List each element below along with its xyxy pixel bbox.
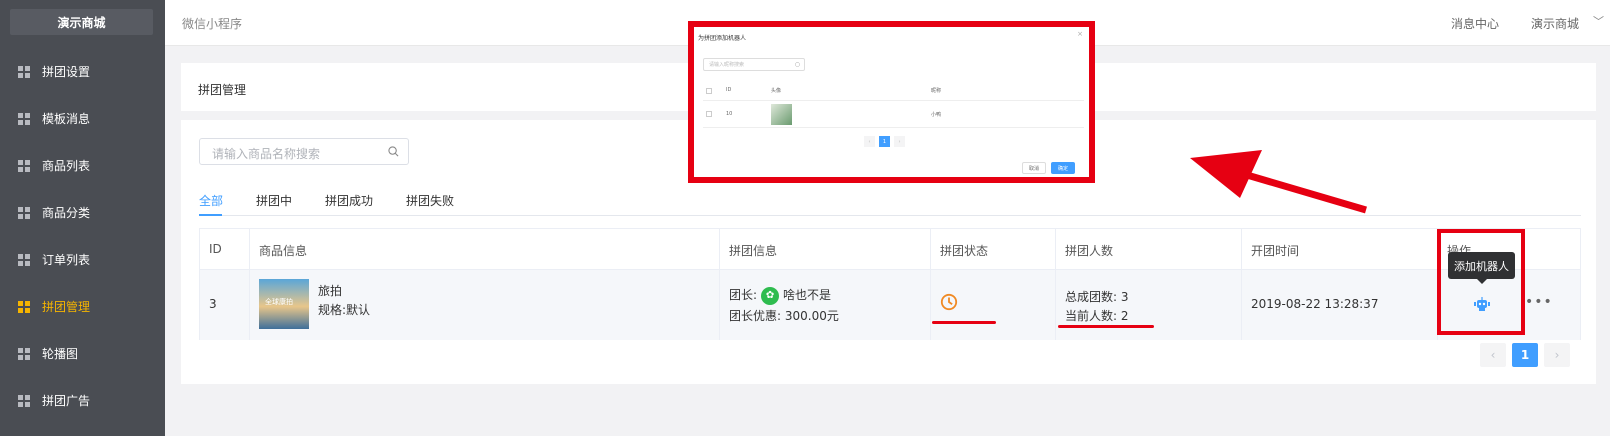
th-group-info: 拼团信息 <box>720 229 931 269</box>
store-menu[interactable]: 演示商城 <box>1531 15 1579 32</box>
annotation-box-action <box>1437 229 1525 335</box>
modal-table-row[interactable]: 10 小鸭 <box>703 101 1084 128</box>
grid-icon <box>18 206 30 219</box>
open-time: 2019-08-22 13:28:37 <box>1251 297 1379 311</box>
sidebar-item-template-messages[interactable]: 模板消息 <box>0 95 165 142</box>
grid-icon <box>18 300 30 313</box>
sidebar-item-carousel[interactable]: 轮播图 <box>0 330 165 377</box>
clock-icon <box>940 293 958 311</box>
leader-discount: 团长优惠: 300.00元 <box>729 309 839 323</box>
modal-title: 为拼团添加机器人 <box>698 35 747 42</box>
grid-icon <box>18 112 30 125</box>
total-groups: 总成团数: 3 <box>1065 290 1129 304</box>
brand-logo[interactable]: 演示商城 <box>10 9 153 35</box>
grid-icon <box>18 394 30 407</box>
sidebar-item-group-settings[interactable]: 拼团设置 <box>0 48 165 95</box>
tab-success[interactable]: 拼团成功 <box>325 192 373 209</box>
message-center-link[interactable]: 消息中心 <box>1451 15 1499 32</box>
search-placeholder: 请输入商品名称搜索 <box>212 147 321 161</box>
sidebar-item-product-list[interactable]: 商品列表 <box>0 142 165 189</box>
sidebar-item-label: 商品分类 <box>42 206 91 220</box>
annotation-underline-people <box>1058 325 1154 328</box>
modal-page-prev[interactable]: ‹ <box>864 136 875 147</box>
grid-icon <box>18 65 30 78</box>
th-status: 拼团状态 <box>931 229 1056 269</box>
active-tab-indicator <box>199 214 222 216</box>
sidebar-item-product-category[interactable]: 商品分类 <box>0 189 165 236</box>
th-product: 商品信息 <box>250 229 720 269</box>
current-people: 当前人数: 2 <box>1065 309 1129 323</box>
th-id: ID <box>200 229 250 269</box>
tab-in-progress[interactable]: 拼团中 <box>256 192 292 209</box>
table-row: 3 全球康拍 旅拍 规格:默认 团长: ✿ 啥也不是 团长优惠: 300.00元 总… <box>200 270 1580 340</box>
th-open-time: 开团时间 <box>1242 229 1438 269</box>
leader-name: 啥也不是 <box>783 288 832 302</box>
select-all-checkbox[interactable] <box>706 88 712 94</box>
th-people: 拼团人数 <box>1056 229 1242 269</box>
modal-page-1[interactable]: 1 <box>879 136 890 147</box>
close-icon[interactable]: × <box>1077 30 1083 38</box>
page-next-button[interactable]: › <box>1544 343 1570 367</box>
wechat-icon: ✿ <box>761 286 780 305</box>
page-title: 拼团管理 <box>198 83 247 97</box>
sidebar: 演示商城 拼团设置 模板消息 商品列表 商品分类 订单列表 拼团管理 轮播图 拼… <box>0 0 165 436</box>
tab-failed[interactable]: 拼团失败 <box>406 192 454 209</box>
modal-search-input[interactable]: 请输入昵称搜索 ○ <box>703 58 805 71</box>
grid-icon <box>18 253 30 266</box>
sidebar-item-label: 商品列表 <box>42 159 91 173</box>
product-spec: 规格:默认 <box>318 303 371 317</box>
sidebar-item-label: 订单列表 <box>42 253 91 267</box>
sidebar-item-label: 拼团管理 <box>42 300 91 314</box>
sidebar-item-order-list[interactable]: 订单列表 <box>0 236 165 283</box>
tab-all[interactable]: 全部 <box>199 192 223 209</box>
page-prev-button[interactable]: ‹ <box>1480 343 1506 367</box>
leader-info: 团长: ✿ 啥也不是 <box>729 286 831 305</box>
sidebar-item-label: 模板消息 <box>42 112 91 126</box>
annotation-arrow <box>1190 150 1367 214</box>
sidebar-item-group-ads[interactable]: 拼团广告 <box>0 377 165 424</box>
more-icon[interactable]: ••• <box>1525 294 1553 310</box>
modal-confirm-button[interactable]: 确定 <box>1051 162 1075 174</box>
search-icon[interactable] <box>388 146 399 157</box>
grid-icon <box>18 159 30 172</box>
status-tabs: 全部 拼团中 拼团成功 拼团失败 <box>199 190 1581 216</box>
table-header: ID 商品信息 拼团信息 拼团状态 拼团人数 开团时间 操作 <box>200 229 1580 270</box>
row-id: 3 <box>209 297 217 311</box>
sidebar-item-label: 拼团广告 <box>42 394 91 408</box>
search-input[interactable]: 请输入商品名称搜索 <box>199 138 409 165</box>
sidebar-item-group-management[interactable]: 拼团管理 <box>0 283 165 330</box>
annotation-underline-status <box>932 321 996 324</box>
group-table: ID 商品信息 拼团信息 拼团状态 拼团人数 开团时间 操作 3 全球康拍 旅拍… <box>199 228 1581 340</box>
chevron-down-icon[interactable]: ﹀ <box>1593 13 1604 29</box>
modal-table-header: ID 头像 昵称 <box>703 81 1084 101</box>
product-thumbnail: 全球康拍 <box>259 279 309 329</box>
sidebar-item-label: 轮播图 <box>42 347 79 361</box>
modal-cancel-button[interactable]: 取消 <box>1022 162 1046 174</box>
add-robot-modal: 为拼团添加机器人 × 请输入昵称搜索 ○ ID 头像 昵称 10 小鸭 ‹ 1 … <box>688 21 1095 183</box>
modal-page-next[interactable]: › <box>894 136 905 147</box>
page-1-button[interactable]: 1 <box>1512 343 1538 367</box>
app-title: 微信小程序 <box>182 17 243 31</box>
avatar <box>771 104 792 125</box>
row-checkbox[interactable] <box>706 111 712 117</box>
sidebar-item-label: 拼团设置 <box>42 65 91 79</box>
product-name: 旅拍 <box>318 284 343 298</box>
sidebar-nav: 拼团设置 模板消息 商品列表 商品分类 订单列表 拼团管理 轮播图 拼团广告 <box>0 48 165 424</box>
search-icon: ○ <box>794 61 800 68</box>
grid-icon <box>18 347 30 360</box>
